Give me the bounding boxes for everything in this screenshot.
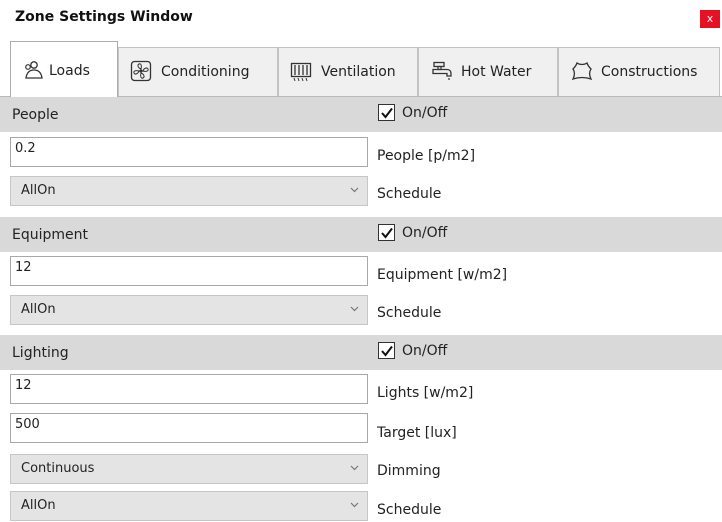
loads-panel: People On/Off 0.2 People [p/m2] AllOn Sc… xyxy=(0,97,722,522)
chevron-down-icon xyxy=(350,465,359,471)
equipment-enabled-label: On/Off xyxy=(402,225,448,241)
lighting-dimming-dropdown[interactable]: Continuous xyxy=(10,454,368,484)
people-enabled-label: On/Off xyxy=(402,105,448,121)
tab-constructions[interactable]: Constructions xyxy=(558,47,720,96)
fan-icon xyxy=(130,60,152,82)
lighting-density-label: Lights [w/m2] xyxy=(377,385,474,401)
tab-hot-water[interactable]: Hot Water xyxy=(418,47,558,96)
lighting-dimming-label: Dimming xyxy=(377,463,441,479)
tab-ventilation[interactable]: Ventilation xyxy=(278,47,418,96)
window-title: Zone Settings Window xyxy=(15,9,193,25)
lighting-target-input[interactable]: 500 xyxy=(10,413,368,443)
lighting-schedule-label: Schedule xyxy=(377,502,442,518)
chevron-down-icon xyxy=(350,502,359,508)
equipment-schedule-label: Schedule xyxy=(377,305,442,321)
tab-constructions-label: Constructions xyxy=(601,64,698,80)
lighting-title: Lighting xyxy=(12,345,69,361)
close-button[interactable]: x xyxy=(700,10,720,28)
people-icon xyxy=(25,61,43,79)
people-section-header: People On/Off xyxy=(0,97,722,132)
equipment-density-input[interactable]: 12 xyxy=(10,256,368,286)
equipment-enabled-checkbox[interactable] xyxy=(378,224,395,241)
equipment-schedule-value: AllOn xyxy=(21,302,56,317)
chevron-down-icon xyxy=(350,306,359,312)
people-density-input[interactable]: 0.2 xyxy=(10,137,368,167)
tab-conditioning-label: Conditioning xyxy=(161,64,250,80)
lighting-schedule-dropdown[interactable]: AllOn xyxy=(10,491,368,521)
lighting-density-input[interactable]: 12 xyxy=(10,374,368,404)
people-schedule-value: AllOn xyxy=(21,183,56,198)
lighting-dimming-value: Continuous xyxy=(21,461,95,476)
close-icon: x xyxy=(706,12,714,25)
equipment-title: Equipment xyxy=(12,227,88,243)
title-bar: Zone Settings Window x xyxy=(0,0,722,38)
tab-ventilation-label: Ventilation xyxy=(321,64,396,80)
check-icon xyxy=(381,107,393,119)
equipment-section-header: Equipment On/Off xyxy=(0,217,722,252)
equipment-schedule-dropdown[interactable]: AllOn xyxy=(10,295,368,325)
people-schedule-label: Schedule xyxy=(377,186,442,202)
tab-conditioning[interactable]: Conditioning xyxy=(118,47,278,96)
tab-bar: Loads Conditioning Ventilation Hot Water xyxy=(0,38,722,97)
check-icon xyxy=(381,345,393,357)
tab-hot-water-label: Hot Water xyxy=(461,64,532,80)
tab-loads[interactable]: Loads xyxy=(10,41,118,97)
chevron-down-icon xyxy=(350,187,359,193)
construction-icon xyxy=(571,61,593,81)
faucet-icon xyxy=(432,61,452,80)
people-enabled-checkbox[interactable] xyxy=(378,104,395,121)
people-title: People xyxy=(12,107,59,123)
people-density-label: People [p/m2] xyxy=(377,148,476,164)
lighting-enabled-checkbox[interactable] xyxy=(378,342,395,359)
equipment-density-label: Equipment [w/m2] xyxy=(377,267,508,283)
people-schedule-dropdown[interactable]: AllOn xyxy=(10,176,368,206)
tab-loads-label: Loads xyxy=(49,63,90,79)
check-icon xyxy=(381,227,393,239)
lighting-target-label: Target [lux] xyxy=(377,425,457,441)
vent-icon xyxy=(290,62,312,82)
lighting-enabled-label: On/Off xyxy=(402,343,448,359)
lighting-schedule-value: AllOn xyxy=(21,498,56,513)
lighting-section-header: Lighting On/Off xyxy=(0,335,722,370)
